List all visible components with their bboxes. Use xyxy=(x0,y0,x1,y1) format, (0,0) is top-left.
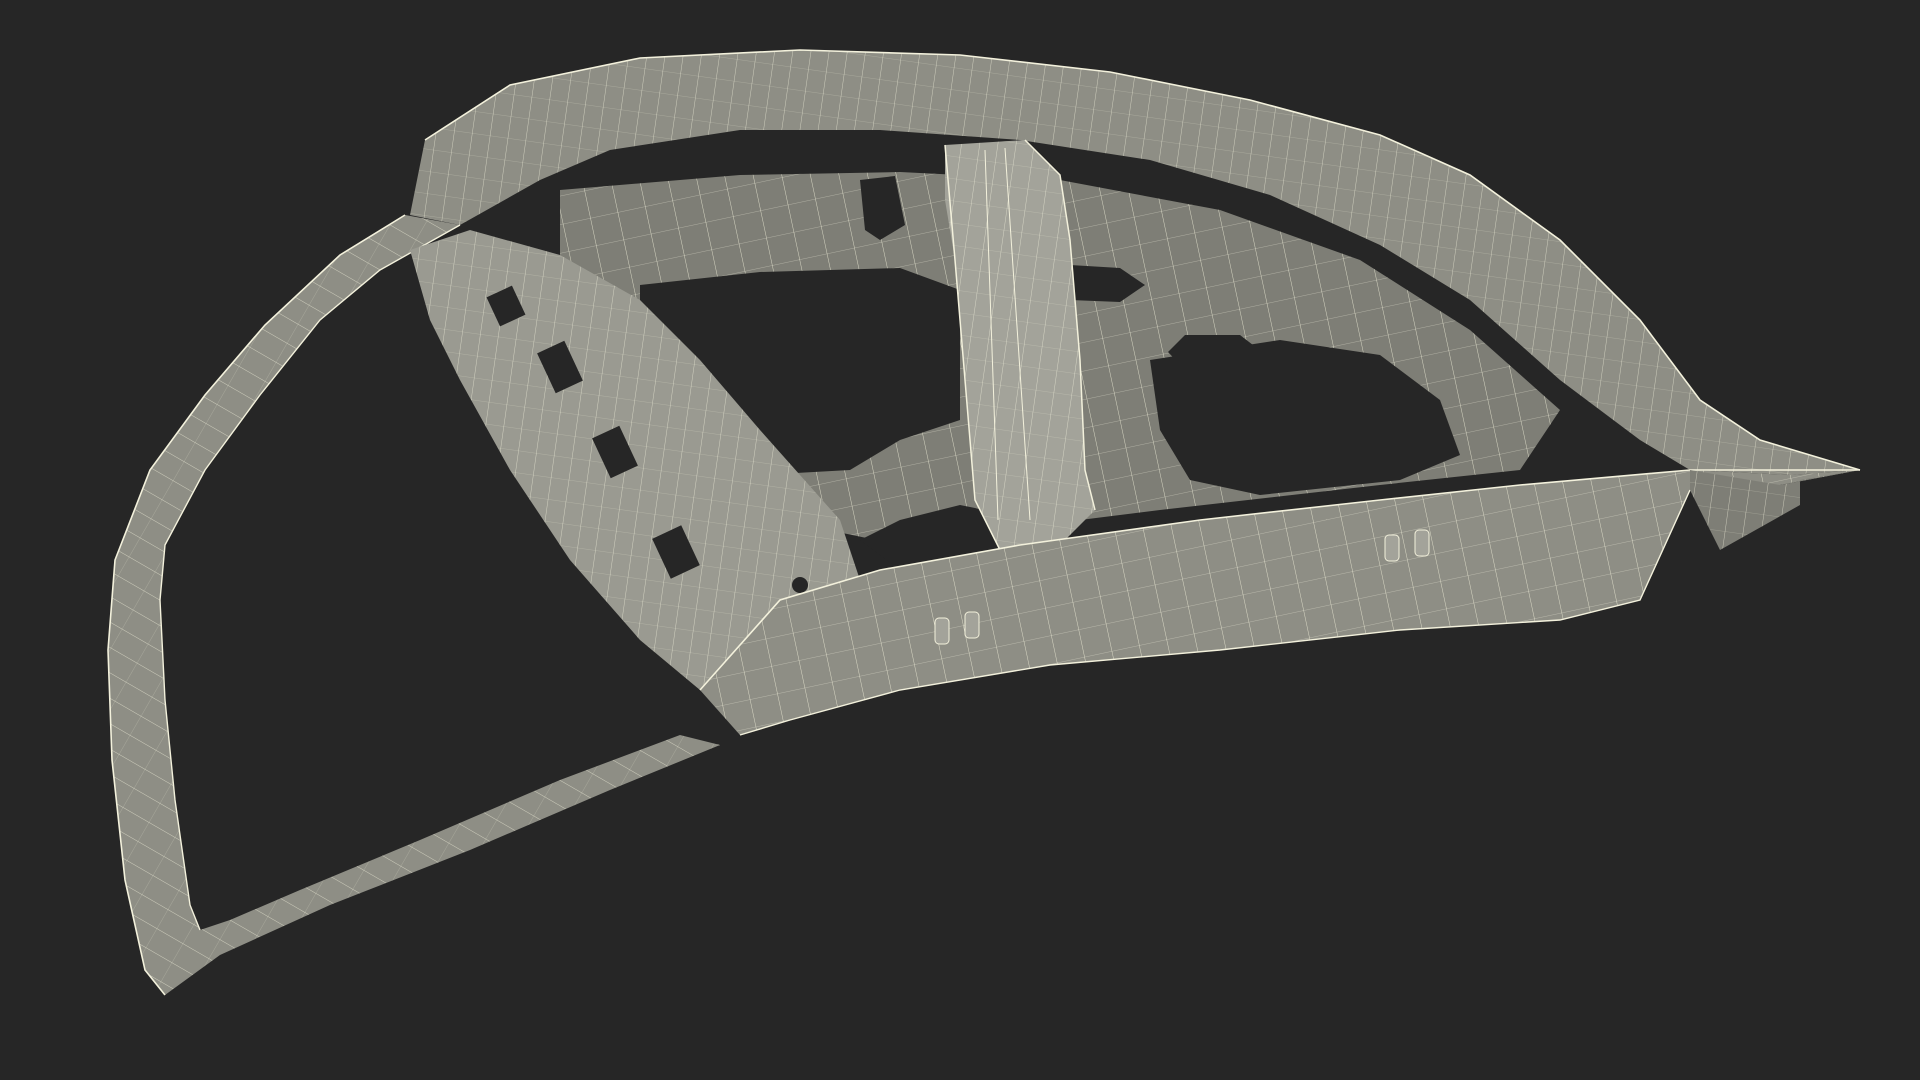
hinge-tab-right-b xyxy=(1414,529,1430,557)
wireframe-model-render xyxy=(107,49,1861,996)
render-viewport xyxy=(0,0,1920,1080)
hinge-tab-left-b xyxy=(964,611,980,639)
hinge-tab-left-a xyxy=(934,617,950,645)
crossbar-bolt-hole xyxy=(792,577,808,593)
hinge-tab-right-a xyxy=(1384,534,1400,562)
